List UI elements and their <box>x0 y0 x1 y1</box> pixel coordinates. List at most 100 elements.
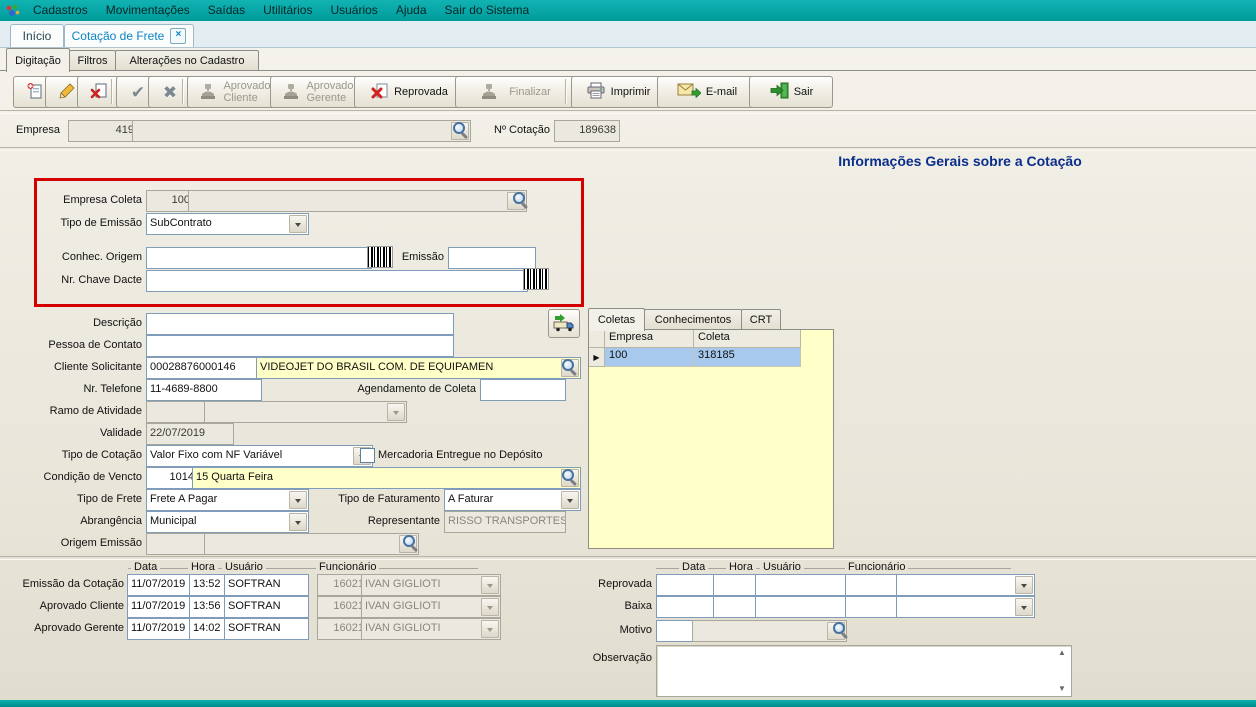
empresa-coleta-code-field[interactable]: 100 <box>146 190 194 212</box>
baixa-usuario-field[interactable] <box>755 596 849 618</box>
emissao-usuario-field[interactable]: SOFTRAN <box>224 574 309 596</box>
aprovado-gerente-button[interactable]: AprovadoGerente <box>270 76 365 108</box>
aprov-cliente-data-field[interactable]: 11/07/2019 <box>127 596 196 618</box>
tab-coletas[interactable]: Coletas <box>588 308 645 331</box>
condicao-vencto-search-icon[interactable] <box>561 468 579 486</box>
validade-field[interactable]: 22/07/2019 <box>146 423 234 445</box>
barcode-icon[interactable] <box>523 268 549 290</box>
cancel-button[interactable]: ✖ <box>148 76 192 108</box>
dropdown-arrow-icon[interactable] <box>289 513 307 531</box>
origem-emissao-code-field[interactable] <box>146 533 210 555</box>
baixa-func-combo[interactable] <box>896 596 1035 618</box>
dropdown-arrow-icon[interactable] <box>289 215 307 233</box>
conhec-origem-field[interactable] <box>146 247 372 269</box>
dropdown-arrow-icon[interactable] <box>481 576 499 594</box>
pessoa-contato-field[interactable] <box>146 335 454 357</box>
agendamento-field[interactable] <box>480 379 566 401</box>
dropdown-arrow-icon[interactable] <box>481 598 499 616</box>
tab-crt[interactable]: CRT <box>741 309 781 330</box>
menu-sair-do-sistema[interactable]: Sair do Sistema <box>437 1 538 20</box>
tipo-cotacao-combo[interactable]: Valor Fixo com NF Variável <box>146 445 373 467</box>
email-button[interactable]: E-mail <box>657 76 757 108</box>
reprovada-func-cod-field[interactable] <box>845 574 902 596</box>
menu-cadastros[interactable]: Cadastros <box>25 1 96 20</box>
dropdown-arrow-icon[interactable] <box>1015 598 1033 616</box>
coleta-truck-button[interactable] <box>548 309 580 338</box>
ramo-atividade-code-field[interactable] <box>146 401 210 423</box>
delete-button[interactable] <box>77 76 121 108</box>
condicao-vencto-combo[interactable]: 15 Quarta Feira <box>192 467 581 489</box>
tipo-emissao-combo[interactable]: SubContrato <box>146 213 309 235</box>
aprov-gerente-func-combo[interactable]: IVAN GIGLIOTI <box>361 618 501 640</box>
aprov-gerente-data-field[interactable]: 11/07/2019 <box>127 618 196 640</box>
imprimir-button[interactable]: Imprimir <box>571 76 665 108</box>
subtab-digitacao[interactable]: Digitação <box>6 48 70 72</box>
barcode-icon[interactable] <box>367 246 393 268</box>
sair-button[interactable]: Sair <box>749 76 833 108</box>
tipo-frete-combo[interactable]: Frete A Pagar <box>146 489 309 511</box>
aprovado-cliente-button[interactable]: AprovadoCliente <box>187 76 282 108</box>
reprovada-usuario-field[interactable] <box>755 574 849 596</box>
check-icon: ✔ <box>131 84 145 101</box>
finalizar-button[interactable]: Finalizar <box>455 76 575 108</box>
origem-emissao-combo[interactable] <box>204 533 419 555</box>
dropdown-arrow-icon[interactable] <box>289 491 307 509</box>
aprov-cliente-func-combo[interactable]: IVAN GIGLIOTI <box>361 596 501 618</box>
menu-utilitarios[interactable]: Utilitários <box>255 1 320 20</box>
grid-header-coleta[interactable]: Coleta <box>694 330 801 348</box>
origem-emissao-search-icon[interactable] <box>402 534 420 552</box>
dropdown-arrow-icon[interactable] <box>481 620 499 638</box>
close-tab-icon[interactable]: × <box>170 28 186 44</box>
aprov-cliente-usuario-field[interactable]: SOFTRAN <box>224 596 309 618</box>
empresa-code-field[interactable]: 419 <box>68 120 138 142</box>
reprovada-data-field[interactable] <box>656 574 720 596</box>
motivo-search-icon[interactable] <box>832 621 850 639</box>
condicao-vencto-codigo-field[interactable]: 1014 <box>146 467 198 489</box>
menu-usuarios[interactable]: Usuários <box>322 1 385 20</box>
cliente-search-icon[interactable] <box>561 358 579 376</box>
emissao-data-field[interactable]: 11/07/2019 <box>127 574 196 596</box>
observacao-textarea[interactable] <box>656 645 1072 697</box>
reprovada-func-combo[interactable] <box>896 574 1035 596</box>
empresa-search-icon[interactable] <box>452 121 470 139</box>
menu-movimentacoes[interactable]: Movimentações <box>98 1 198 20</box>
dropdown-arrow-icon[interactable] <box>1015 576 1033 594</box>
menu-ajuda[interactable]: Ajuda <box>388 1 435 20</box>
mercadoria-deposito-checkbox[interactable] <box>360 448 375 463</box>
reprovada-button[interactable]: Reprovada <box>354 76 465 108</box>
grid-row[interactable]: ▶ 100 318185 <box>589 348 833 367</box>
empresa-combo[interactable] <box>132 120 471 142</box>
observacao-scroll-down-icon[interactable]: ▼ <box>1058 684 1066 694</box>
tipo-faturamento-combo[interactable]: A Faturar <box>444 489 581 511</box>
cliente-combo[interactable]: VIDEOJET DO BRASIL COM. DE EQUIPAMEN <box>256 357 581 379</box>
emissao-func-combo[interactable]: IVAN GIGLIOTI <box>361 574 501 596</box>
emissao-field[interactable] <box>448 247 536 269</box>
representante-field[interactable]: RISSO TRANSPORTES - CLIE <box>444 511 566 533</box>
empresa-coleta-search-icon[interactable] <box>512 191 530 209</box>
grid-header-empresa[interactable]: Empresa <box>605 330 694 348</box>
aprov-gerente-usuario-field[interactable]: SOFTRAN <box>224 618 309 640</box>
tab-conhecimentos[interactable]: Conhecimentos <box>644 309 742 330</box>
baixa-data-field[interactable] <box>656 596 720 618</box>
dropdown-arrow-icon[interactable] <box>387 403 405 421</box>
grid-cell-empresa[interactable]: 100 <box>605 348 694 367</box>
nr-telefone-field[interactable]: 11-4689-8800 <box>146 379 262 401</box>
menu-saidas[interactable]: Saídas <box>200 1 253 20</box>
abrangencia-combo[interactable]: Municipal <box>146 511 309 533</box>
ramo-atividade-combo[interactable] <box>204 401 407 423</box>
nr-chave-dacte-field[interactable] <box>146 270 528 292</box>
subtab-filtros[interactable]: Filtros <box>69 50 116 71</box>
tab-inicio[interactable]: Início <box>10 24 64 47</box>
observacao-scroll-up-icon[interactable]: ▲ <box>1058 648 1066 658</box>
cliente-codigo-field[interactable]: 00028876000146 <box>146 357 262 379</box>
motivo-combo[interactable] <box>692 620 847 642</box>
baixa-func-cod-field[interactable] <box>845 596 902 618</box>
dropdown-arrow-icon[interactable] <box>561 491 579 509</box>
descricao-field[interactable] <box>146 313 454 335</box>
grid-cell-coleta[interactable]: 318185 <box>694 348 801 367</box>
tab-cotacao-de-frete[interactable]: Cotação de Frete × <box>64 24 194 47</box>
subtab-alteracoes-no-cadastro[interactable]: Alterações no Cadastro <box>115 50 259 71</box>
empresa-coleta-combo[interactable] <box>188 190 527 212</box>
grid-header-row: Empresa Coleta <box>589 330 833 348</box>
num-cotacao-field[interactable]: 189638 <box>554 120 620 142</box>
